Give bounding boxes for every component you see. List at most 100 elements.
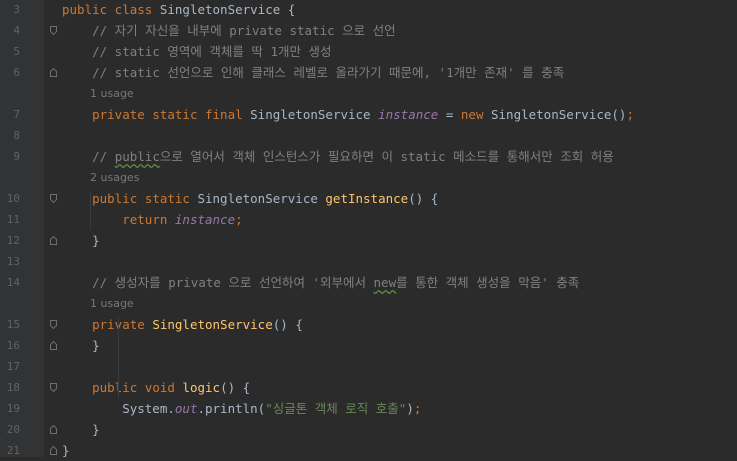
code-text: } <box>62 419 100 440</box>
line-number: 19 <box>6 402 20 415</box>
code-text: } <box>62 440 70 461</box>
line-number: 17 <box>6 360 20 373</box>
fold-start-icon[interactable] <box>50 320 57 329</box>
code-token: () { <box>272 317 303 332</box>
fold-start-icon[interactable] <box>50 194 57 203</box>
code-token: private static final <box>92 107 251 122</box>
code-token: // 자기 자신을 내부에 private static 으로 선언 <box>92 23 396 38</box>
code-line[interactable]: 13 <box>0 251 737 272</box>
code-line[interactable]: 20 } <box>0 419 737 440</box>
code-text: // static 선언으로 인해 클래스 레벨로 올라가기 때문에, '1개만… <box>62 62 564 83</box>
code-text: // 자기 자신을 내부에 private static 으로 선언 <box>62 20 396 41</box>
line-number: 6 <box>13 66 20 79</box>
fold-start-icon[interactable] <box>50 26 57 35</box>
code-token: ; <box>235 212 243 227</box>
code-text: private SingletonService() { <box>62 314 303 335</box>
code-token: new <box>460 107 491 122</box>
code-text: public class SingletonService { <box>62 0 295 20</box>
code-token: // <box>92 149 115 164</box>
fold-end-icon[interactable] <box>50 341 57 350</box>
line-number: 3 <box>13 3 20 16</box>
usage-hint-row[interactable]: 1 usage <box>0 83 737 104</box>
code-token: } <box>62 233 100 248</box>
code-token: () { <box>220 380 251 395</box>
fold-end-icon[interactable] <box>50 236 57 245</box>
code-token: // static 영역에 객체를 딱 1개만 생성 <box>92 44 332 59</box>
code-line[interactable]: 7 private static final SingletonService … <box>0 104 737 125</box>
code-text: // public으로 열어서 객체 인스턴스가 필요하면 이 static 메… <box>62 146 614 167</box>
code-text: // static 영역에 객체를 딱 1개만 생성 <box>62 41 332 62</box>
line-number: 20 <box>6 423 20 436</box>
line-number: 15 <box>6 318 20 331</box>
usage-hint[interactable]: 1 usage <box>90 83 134 104</box>
line-number: 10 <box>6 192 20 205</box>
code-line[interactable]: 10 public static SingletonService getIns… <box>0 188 737 209</box>
line-number: 11 <box>6 213 20 226</box>
code-token: SingletonService() <box>491 107 627 122</box>
line-number: 14 <box>6 276 20 289</box>
code-token: // 생성자를 private 으로 선언하여 '외부에서 <box>92 275 374 290</box>
code-token: } <box>62 443 70 458</box>
code-token: SingletonService <box>152 317 273 332</box>
line-number: 7 <box>13 108 20 121</box>
code-text: // 생성자를 private 으로 선언하여 '외부에서 new를 통한 객체… <box>62 272 579 293</box>
code-editor[interactable]: 3 public class SingletonService {4 // 자기 … <box>0 0 737 458</box>
indent-guide <box>118 318 119 398</box>
code-token: 를 통한 객체 생성을 막음' 충족 <box>396 275 580 290</box>
usage-hint-row[interactable]: 1 usage <box>0 293 737 314</box>
fold-end-icon[interactable] <box>50 446 57 455</box>
usage-hint[interactable]: 1 usage <box>90 293 134 314</box>
line-number: 9 <box>13 150 20 163</box>
code-token: return <box>122 212 175 227</box>
code-token: SingletonService <box>197 191 326 206</box>
usage-hint[interactable]: 2 usages <box>90 167 139 188</box>
fold-end-icon[interactable] <box>50 68 57 77</box>
code-text: System.out.println("싱글톤 객체 로직 호출"); <box>62 398 421 419</box>
code-line[interactable]: 21} <box>0 440 737 461</box>
code-line[interactable]: 5 // static 영역에 객체를 딱 1개만 생성 <box>0 41 737 62</box>
code-line[interactable]: 14 // 생성자를 private 으로 선언하여 '외부에서 new를 통한… <box>0 272 737 293</box>
code-token: } <box>62 422 100 437</box>
line-number: 8 <box>13 129 20 142</box>
code-line[interactable]: 16 } <box>0 335 737 356</box>
line-number: 5 <box>13 45 20 58</box>
code-line[interactable]: 9 // public으로 열어서 객체 인스턴스가 필요하면 이 static… <box>0 146 737 167</box>
code-line[interactable]: 19 System.out.println("싱글톤 객체 로직 호출"); <box>0 398 737 419</box>
code-token: ) <box>406 401 414 416</box>
usage-hint-row[interactable]: 2 usages <box>0 167 737 188</box>
code-token: ; <box>626 107 634 122</box>
code-line[interactable]: 12 } <box>0 230 737 251</box>
code-line[interactable]: 6 // static 선언으로 인해 클래스 레벨로 올라가기 때문에, '1… <box>0 62 737 83</box>
code-token: 으로 열어서 객체 인스턴스가 필요하면 이 static 메소드를 통해서만 … <box>159 149 614 164</box>
code-line[interactable]: 17 <box>0 356 737 377</box>
code-line[interactable]: 8 <box>0 125 737 146</box>
code-token: SingletonService { <box>159 2 296 17</box>
code-token: private <box>92 317 153 332</box>
code-text: public static SingletonService getInstan… <box>62 188 438 209</box>
code-line[interactable]: 4 // 자기 자신을 내부에 private static 으로 선언 <box>0 20 737 41</box>
code-token: () { <box>408 191 439 206</box>
code-line[interactable]: 3 public class SingletonService { <box>0 0 737 20</box>
code-token: public class <box>62 2 160 17</box>
code-token: SingletonService <box>250 107 379 122</box>
code-line[interactable]: 11 return instance; <box>0 209 737 230</box>
code-token: // static 선언으로 인해 클래스 레벨로 올라가기 때문에, '1개만… <box>92 65 565 80</box>
code-text: private static final SingletonService in… <box>62 104 634 125</box>
fold-start-icon[interactable] <box>50 383 57 392</box>
code-line[interactable]: 15 private SingletonService() { <box>0 314 737 335</box>
code-line[interactable]: 18 public void logic() { <box>0 377 737 398</box>
fold-end-icon[interactable] <box>50 425 57 434</box>
code-token: logic <box>182 380 221 395</box>
code-text: } <box>62 335 100 356</box>
code-token: System. <box>62 401 175 416</box>
line-number: 18 <box>6 381 20 394</box>
